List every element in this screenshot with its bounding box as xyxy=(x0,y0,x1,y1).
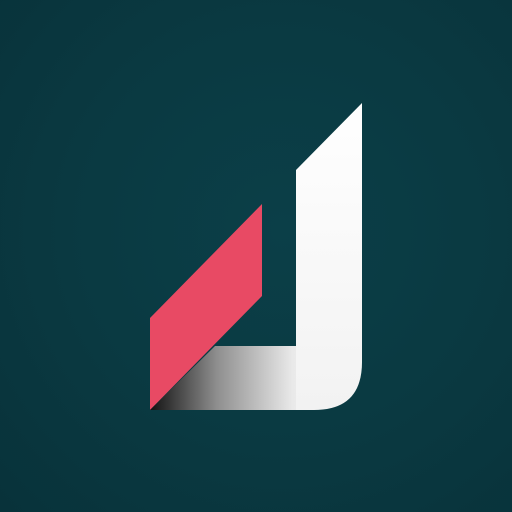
logo-white-stem xyxy=(296,103,362,410)
stylized-letter-j-logo-icon xyxy=(150,103,362,410)
app-icon-canvas xyxy=(0,0,512,512)
